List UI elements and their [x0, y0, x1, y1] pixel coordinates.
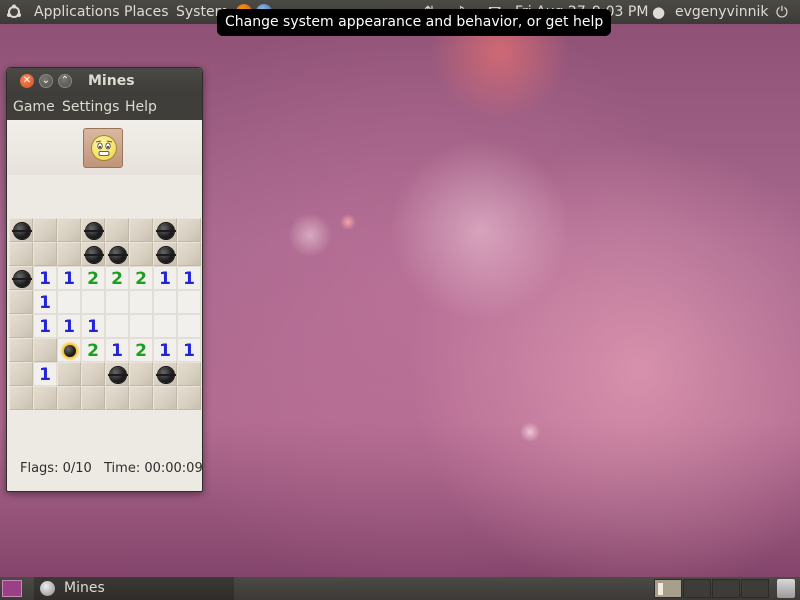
bottom-panel: Mines — [0, 577, 800, 600]
workspace-3[interactable] — [712, 579, 740, 598]
cell-covered[interactable] — [9, 362, 33, 386]
cell-open[interactable] — [177, 314, 201, 338]
minefield: 11222111111212111 — [9, 218, 201, 410]
cell-mine-icon[interactable] — [105, 242, 129, 266]
mines-app-icon — [40, 581, 55, 596]
cell-covered[interactable] — [9, 314, 33, 338]
show-desktop-button[interactable] — [2, 580, 22, 597]
cell-number[interactable]: 1 — [33, 290, 57, 314]
cell-open[interactable] — [153, 290, 177, 314]
game-timer: Time: 00:00:09 — [104, 461, 203, 476]
cell-number[interactable]: 2 — [81, 338, 105, 362]
cell-open[interactable] — [129, 290, 153, 314]
cell-mine-icon[interactable] — [153, 218, 177, 242]
cell-mine-icon[interactable] — [153, 242, 177, 266]
cell-covered[interactable] — [57, 362, 81, 386]
trash-icon[interactable] — [777, 579, 795, 598]
cell-number[interactable]: 1 — [57, 266, 81, 290]
cell-covered[interactable] — [9, 290, 33, 314]
menu-settings[interactable]: Settings — [62, 95, 119, 120]
cell-covered[interactable] — [33, 386, 57, 410]
cell-number[interactable]: 1 — [33, 266, 57, 290]
cell-number[interactable]: 1 — [177, 266, 201, 290]
cell-number[interactable]: 1 — [105, 338, 129, 362]
taskbar-item-label: Mines — [64, 580, 105, 596]
close-button[interactable]: ✕ — [20, 74, 34, 88]
cell-number[interactable]: 2 — [129, 266, 153, 290]
workspace-4[interactable] — [741, 579, 769, 598]
workspace-switcher — [654, 579, 770, 598]
cell-covered[interactable] — [9, 338, 33, 362]
cell-covered[interactable] — [81, 362, 105, 386]
cell-covered[interactable] — [153, 386, 177, 410]
cell-covered[interactable] — [177, 386, 201, 410]
cell-number[interactable]: 1 — [81, 314, 105, 338]
power-icon[interactable]: ⏻ — [776, 0, 788, 24]
cell-number[interactable]: 1 — [153, 266, 177, 290]
workspace-2[interactable] — [683, 579, 711, 598]
cell-covered[interactable] — [129, 242, 153, 266]
cell-covered[interactable] — [177, 242, 201, 266]
menu-game[interactable]: Game — [13, 95, 55, 120]
status-bar: Flags: 0/10 Time: 00:00:09 — [7, 448, 202, 488]
cell-covered[interactable] — [33, 338, 57, 362]
worried-face-icon — [91, 135, 117, 161]
cell-covered[interactable] — [129, 386, 153, 410]
cell-mine-icon[interactable] — [9, 218, 33, 242]
user-name[interactable]: evgenyvinnik — [675, 0, 768, 24]
new-game-face-button[interactable] — [83, 128, 123, 168]
face-area — [7, 120, 202, 175]
menubar: Game Settings Help — [7, 95, 202, 120]
cell-number[interactable]: 2 — [105, 266, 129, 290]
cell-mine-icon[interactable] — [153, 362, 177, 386]
cell-number[interactable]: 1 — [177, 338, 201, 362]
cell-number[interactable]: 1 — [57, 314, 81, 338]
cell-exploded-mine-icon[interactable] — [57, 338, 81, 362]
cell-covered[interactable] — [129, 218, 153, 242]
cell-mine-icon[interactable] — [81, 218, 105, 242]
cell-number[interactable]: 1 — [33, 314, 57, 338]
cell-covered[interactable] — [33, 242, 57, 266]
cell-covered[interactable] — [129, 362, 153, 386]
workspace-1[interactable] — [654, 579, 682, 598]
cell-covered[interactable] — [177, 362, 201, 386]
cell-covered[interactable] — [81, 386, 105, 410]
cell-mine-icon[interactable] — [81, 242, 105, 266]
cell-open[interactable] — [129, 314, 153, 338]
window-titlebar[interactable]: ✕ ⌄ ⌃ Mines — [7, 68, 202, 95]
cell-open[interactable] — [57, 290, 81, 314]
window-title: Mines — [88, 73, 135, 89]
cell-number[interactable]: 1 — [153, 338, 177, 362]
cell-covered[interactable] — [33, 218, 57, 242]
flags-counter: Flags: 0/10 — [20, 461, 92, 476]
cell-number[interactable]: 2 — [81, 266, 105, 290]
cell-open[interactable] — [105, 290, 129, 314]
cell-covered[interactable] — [9, 242, 33, 266]
cell-covered[interactable] — [9, 386, 33, 410]
cell-covered[interactable] — [105, 218, 129, 242]
tooltip: Change system appearance and behavior, o… — [217, 9, 612, 36]
menu-applications[interactable]: Applications — [34, 0, 120, 24]
menu-places[interactable]: Places — [124, 0, 169, 24]
maximize-button[interactable]: ⌃ — [58, 74, 72, 88]
cell-covered[interactable] — [57, 386, 81, 410]
taskbar-item-mines[interactable]: Mines — [34, 577, 234, 600]
ubuntu-logo-icon[interactable] — [6, 4, 22, 20]
cell-open[interactable] — [177, 290, 201, 314]
cell-open[interactable] — [153, 314, 177, 338]
chat-status-icon[interactable]: ● — [652, 0, 665, 24]
cell-open[interactable] — [105, 314, 129, 338]
cell-mine-icon[interactable] — [9, 266, 33, 290]
menu-help[interactable]: Help — [125, 95, 157, 120]
cell-number[interactable]: 2 — [129, 338, 153, 362]
cell-covered[interactable] — [57, 242, 81, 266]
cell-number[interactable]: 1 — [33, 362, 57, 386]
minimize-button[interactable]: ⌄ — [39, 74, 53, 88]
cell-mine-icon[interactable] — [105, 362, 129, 386]
cell-covered[interactable] — [57, 218, 81, 242]
mines-window: ✕ ⌄ ⌃ Mines Game Settings Help 112221111… — [6, 67, 203, 492]
cell-covered[interactable] — [105, 386, 129, 410]
cell-covered[interactable] — [177, 218, 201, 242]
cell-open[interactable] — [81, 290, 105, 314]
